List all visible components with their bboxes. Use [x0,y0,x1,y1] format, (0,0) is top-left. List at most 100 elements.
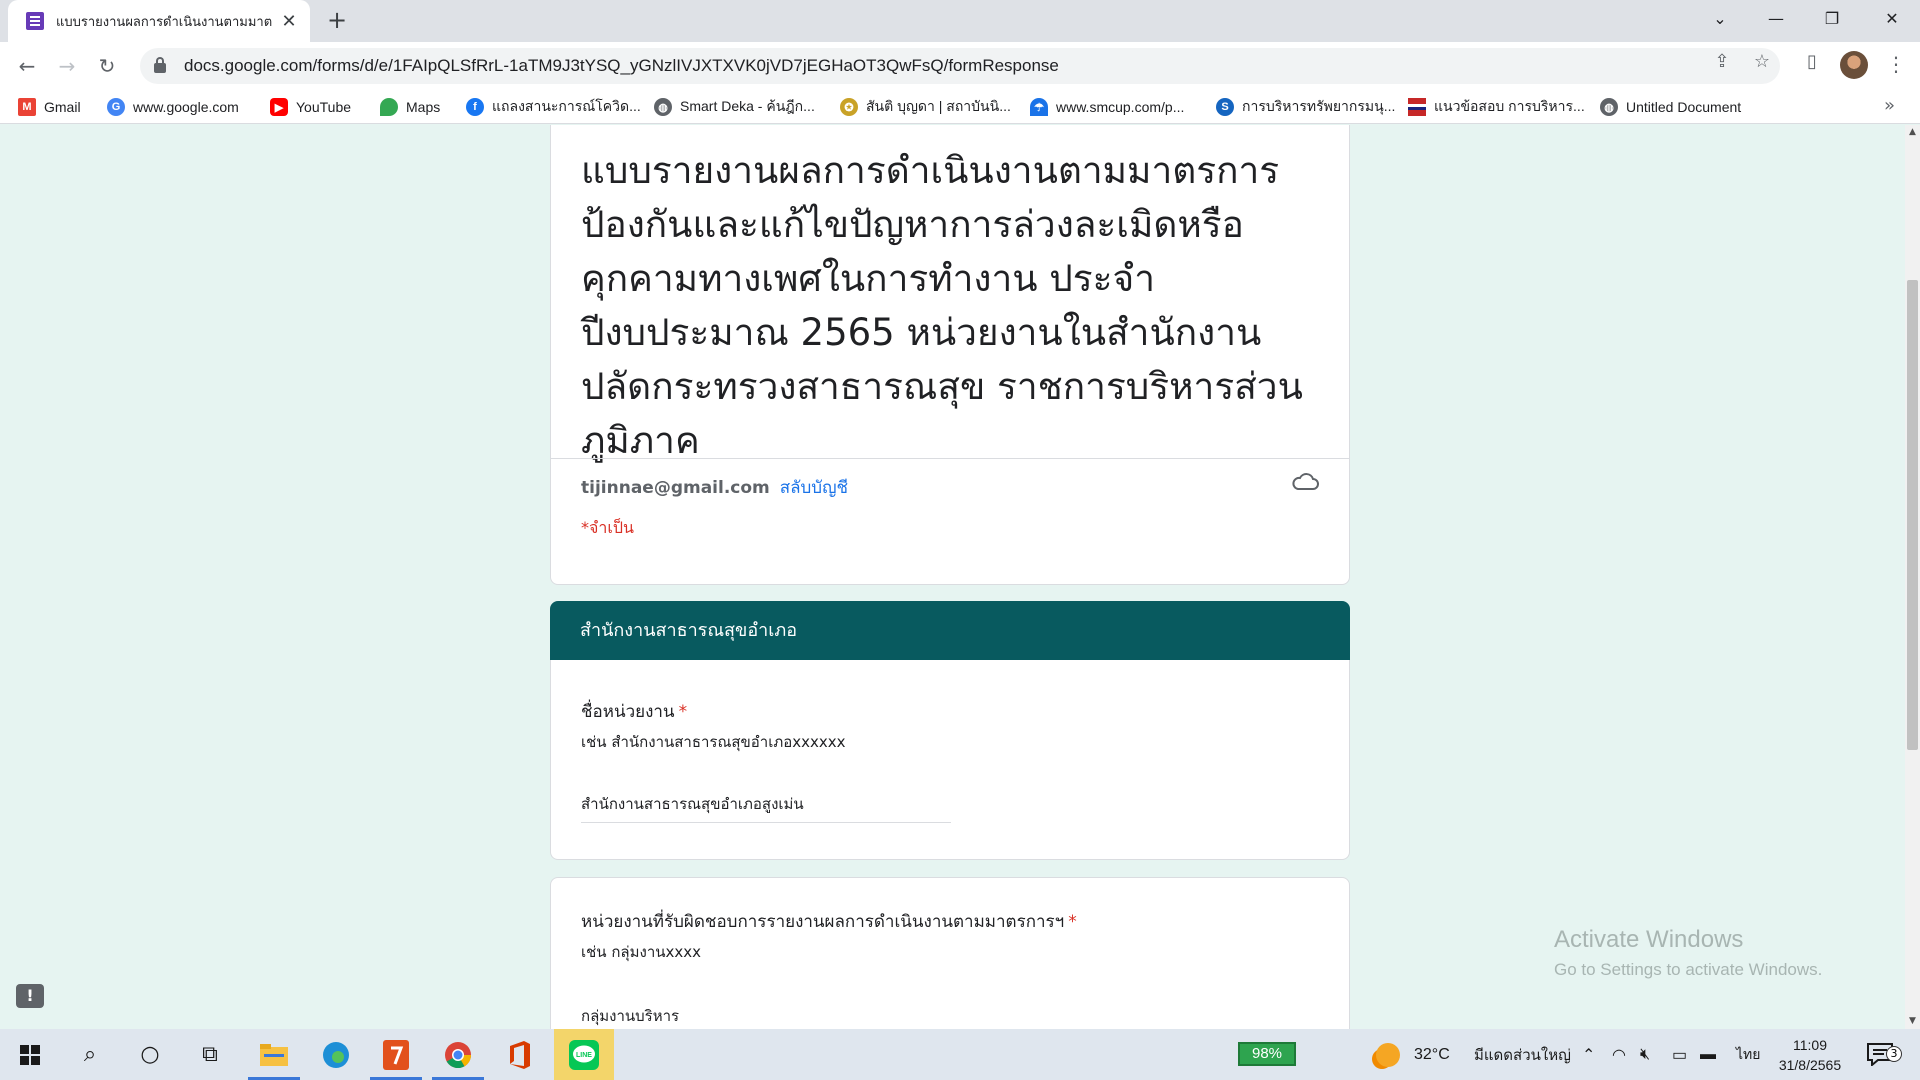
bookmark-label: สันติ บุญดา | สถาบันนิ... [866,98,1011,114]
google-forms-icon [26,12,44,30]
question-label-text: ชื่อหน่วยงาน [581,702,675,722]
youtube-icon: ▶ [270,98,288,116]
file-explorer-icon[interactable] [244,1029,304,1080]
bookmark-gmail[interactable]: M Gmail [18,90,81,124]
profile-avatar[interactable] [1840,51,1868,79]
search-icon[interactable]: ⌕ [60,1029,120,1080]
share-icon[interactable]: ⇪ [1708,48,1736,76]
bookmark-smart-deka[interactable]: ◍ Smart Deka - ค้นฎีก... [654,90,815,124]
menu-kebab-icon[interactable]: ⋮ [1886,52,1906,76]
bookmark-label: Maps [406,99,441,115]
weather-sun-icon[interactable] [1376,1043,1400,1067]
reload-icon[interactable]: ↻ [93,52,121,80]
back-arrow-icon[interactable]: ← [13,52,41,80]
weather-description[interactable]: มีแดดส่วนใหญ่ [1474,1029,1571,1080]
clock-time: 11:09 [1793,1037,1827,1053]
form-header-card: แบบรายงานผลการดำเนินงานตามมาตรการป้องกัน… [550,125,1350,585]
emblem-icon: ✪ [840,98,858,116]
side-panel-icon[interactable]: ▯ [1798,48,1826,76]
account-info: tijinnae@gmail.com สลับบัญชี [581,474,848,501]
bookmarks-overflow-icon[interactable]: » [1884,95,1895,116]
cortana-icon[interactable]: ○ [120,1029,180,1080]
switch-account-link[interactable]: สลับบัญชี [780,478,848,498]
input-language[interactable]: ไทย [1736,1029,1760,1080]
bookmark-label: www.smcup.com/p... [1056,99,1185,115]
scrollbar-thumb[interactable] [1907,280,1918,750]
svg-text:LINE: LINE [576,1052,592,1059]
answer-input-responsible-unit[interactable]: กลุ่มงานบริหาร [581,1004,951,1029]
gmail-icon: M [18,98,36,116]
bookmark-youtube[interactable]: ▶ YouTube [270,90,351,124]
bookmark-hr[interactable]: S การบริหารทรัพยากรมนุ... [1216,90,1395,124]
bookmark-smcup[interactable]: ☂ www.smcup.com/p... [1030,90,1184,124]
foxit-pdf-icon[interactable] [366,1029,426,1080]
clock-date: 31/8/2565 [1778,1057,1842,1073]
office-icon[interactable] [490,1029,550,1080]
line-app-icon[interactable]: LINE [554,1029,614,1080]
maps-icon [380,98,398,116]
minimize-button[interactable]: — [1748,0,1804,38]
tab-search-button[interactable]: ⌄ [1692,0,1748,38]
bookmark-google[interactable]: G www.google.com [107,90,239,124]
tab-strip: แบบรายงานผลการดำเนินงานตามมาต ✕ + ⌄ — ❐ … [0,0,1920,42]
answer-input-agency-name[interactable]: สำนักงานสาธารณสุขอำเภอสูงเม่น [581,792,951,823]
s-icon: S [1216,98,1234,116]
navigation-bar: ← → ↻ docs.google.com/forms/d/e/1FAIpQLS… [0,42,1920,90]
question-card-agency-name: ชื่อหน่วยงาน * เช่น สำนักงานสาธารณสุขอำเภ… [550,660,1350,860]
restore-button[interactable]: ❐ [1804,0,1860,38]
question-label-text: หน่วยงานที่รับผิดชอบการรายงานผลการดำเนิน… [581,912,1065,932]
device-icon[interactable]: ▭ [1672,1029,1687,1080]
speaker-muted-icon[interactable]: 🔇︎ [1640,1029,1650,1080]
address-bar[interactable]: docs.google.com/forms/d/e/1FAIpQLSfRrL-1… [140,48,1780,84]
new-tab-button[interactable]: + [322,6,352,36]
bookmark-exam[interactable]: แนวข้อสอบ การบริหาร... [1408,90,1585,124]
question-label: หน่วยงานที่รับผิดชอบการรายงานผลการดำเนิน… [581,908,1077,935]
bookmark-facebook[interactable]: f แถลงสานะการณ์โควิด... [466,90,641,124]
edge-browser-icon[interactable] [306,1029,366,1080]
start-windows-icon[interactable] [0,1029,60,1080]
divider [551,458,1349,459]
activate-windows-watermark: Activate Windows Go to Settings to activ… [1554,926,1822,980]
bookmark-label: Smart Deka - ค้นฎีก... [680,98,815,114]
globe-icon: ◍ [654,98,672,116]
google-icon: G [107,98,125,116]
feedback-icon[interactable]: ! [16,984,44,1008]
wifi-icon[interactable]: ◠ [1612,1029,1626,1080]
facebook-icon: f [466,98,484,116]
tab-close-icon[interactable]: ✕ [278,11,300,32]
scroll-up-arrow-icon[interactable]: ▲ [1905,125,1920,140]
battery-icon[interactable]: ▬ [1700,1029,1716,1080]
bookmark-label: แนวข้อสอบ การบริหาร... [1434,98,1585,114]
chevron-up-icon[interactable]: ⌃ [1582,1029,1595,1080]
bookmark-label: www.google.com [133,99,239,115]
bookmark-star-icon[interactable]: ☆ [1748,48,1776,76]
browser-tab[interactable]: แบบรายงานผลการดำเนินงานตามมาต ✕ [8,0,310,42]
notification-count-badge: 3 [1886,1046,1902,1062]
bookmark-label: YouTube [296,99,352,115]
close-window-button[interactable]: ✕ [1864,0,1920,38]
forward-arrow-icon[interactable]: → [53,52,81,80]
page-scrollbar[interactable]: ▲ ▼ [1905,125,1920,1029]
bookmark-untitled[interactable]: ◍ Untitled Document [1600,90,1741,124]
required-note: *จำเป็น [581,518,634,537]
system-clock[interactable]: 11:09 31/8/2565 [1775,1035,1845,1075]
question-card-responsible-unit: หน่วยงานที่รับผิดชอบการรายงานผลการดำเนิน… [550,877,1350,1029]
required-star: * [678,702,688,722]
question-help-text: เช่น กลุ่มงานxxxx [581,943,701,961]
scroll-down-arrow-icon[interactable]: ▼ [1905,1014,1920,1029]
windows-taskbar: ⌕ ○ ⧉ LINE 98% 32°C มีแดดส่วนใหญ่ ⌃ ◠ 🔇︎… [0,1029,1920,1080]
url-text[interactable]: docs.google.com/forms/d/e/1FAIpQLSfRrL-1… [184,56,1059,76]
required-star: * [1068,912,1077,932]
bookmark-label: Gmail [44,99,81,115]
lock-icon[interactable] [154,57,166,73]
bookmark-santi[interactable]: ✪ สันติ บุญดา | สถาบันนิ... [840,90,1011,124]
question-help-text: เช่น สำนักงานสาธารณสุขอำเภอxxxxxx [581,733,846,751]
bookmark-maps[interactable]: Maps [380,90,440,124]
account-email: tijinnae@gmail.com [581,478,770,498]
weather-temperature[interactable]: 32°C [1414,1029,1450,1080]
cloud-saved-icon [1292,473,1319,490]
battery-indicator[interactable]: 98% [1238,1042,1296,1066]
chrome-icon[interactable] [428,1029,488,1080]
form-page: แบบรายงานผลการดำเนินงานตามมาตรการป้องกัน… [0,125,1905,1029]
task-view-icon[interactable]: ⧉ [180,1029,240,1080]
